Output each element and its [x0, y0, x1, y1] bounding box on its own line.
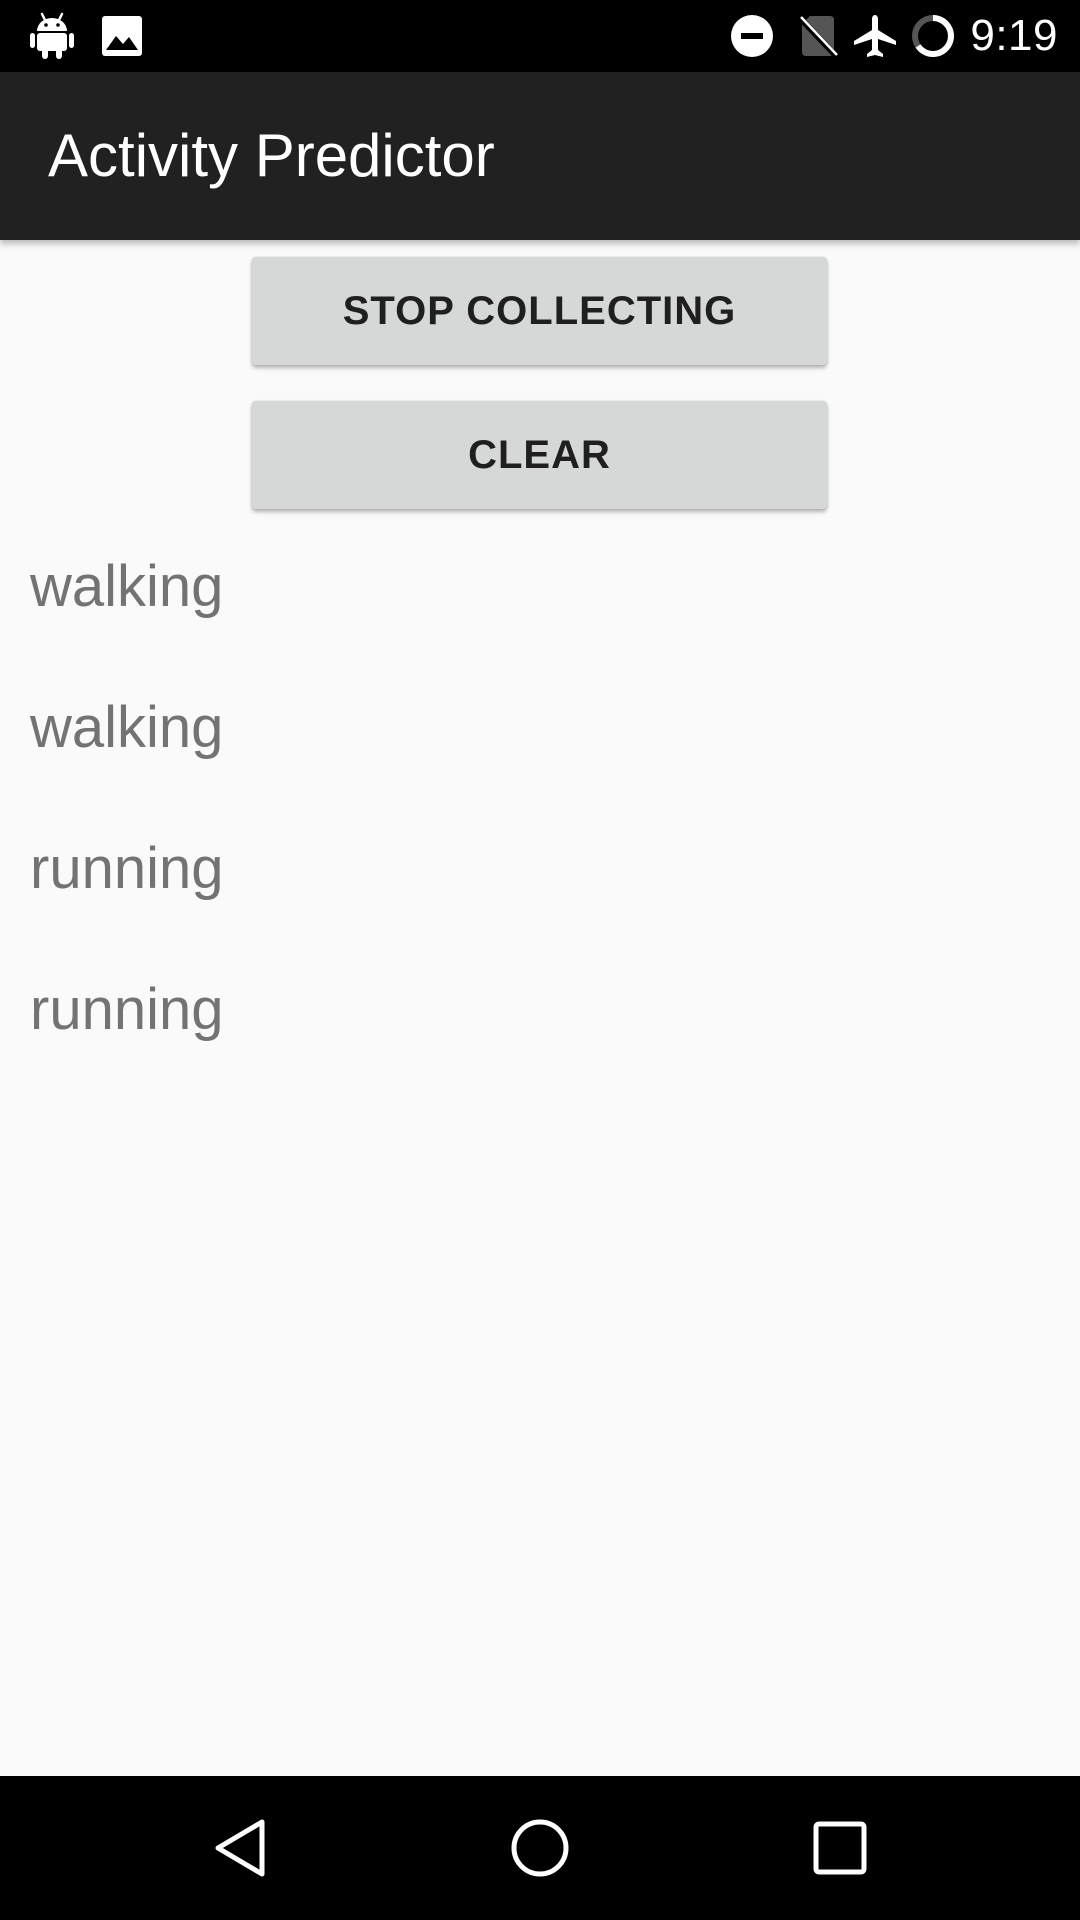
screen: 9:19 Activity Predictor STOP COLLECTING … — [0, 0, 1080, 1920]
app-title: Activity Predictor — [48, 122, 495, 189]
home-icon — [510, 1818, 570, 1878]
navigation-bar — [0, 1776, 1080, 1920]
clear-button[interactable]: CLEAR — [252, 401, 827, 509]
prediction-item: walking — [30, 554, 224, 619]
prediction-list: walking walking running running — [30, 558, 223, 1122]
android-icon — [30, 12, 74, 60]
recents-icon — [813, 1821, 867, 1875]
recents-button[interactable] — [760, 1776, 920, 1920]
back-icon — [212, 1818, 268, 1878]
home-button[interactable] — [460, 1776, 620, 1920]
status-time: 9:19 — [970, 11, 1058, 60]
do-not-disturb-icon — [730, 12, 774, 60]
main-content: STOP COLLECTING CLEAR walking walking ru… — [0, 240, 1080, 1776]
prediction-item: running — [30, 977, 224, 1042]
stop-collecting-button[interactable]: STOP COLLECTING — [252, 257, 827, 365]
status-left-icons — [30, 12, 142, 60]
status-bar: 9:19 — [0, 0, 1080, 72]
battery-charging-icon — [910, 12, 956, 60]
airplane-mode-icon — [852, 12, 898, 60]
no-sim-icon — [800, 12, 839, 60]
status-right-icons: 9:19 — [730, 11, 1058, 60]
app-bar: Activity Predictor — [0, 72, 1080, 240]
prediction-item: walking — [30, 695, 224, 760]
image-icon — [102, 12, 142, 60]
prediction-item: running — [30, 836, 224, 901]
back-button[interactable] — [160, 1776, 320, 1920]
